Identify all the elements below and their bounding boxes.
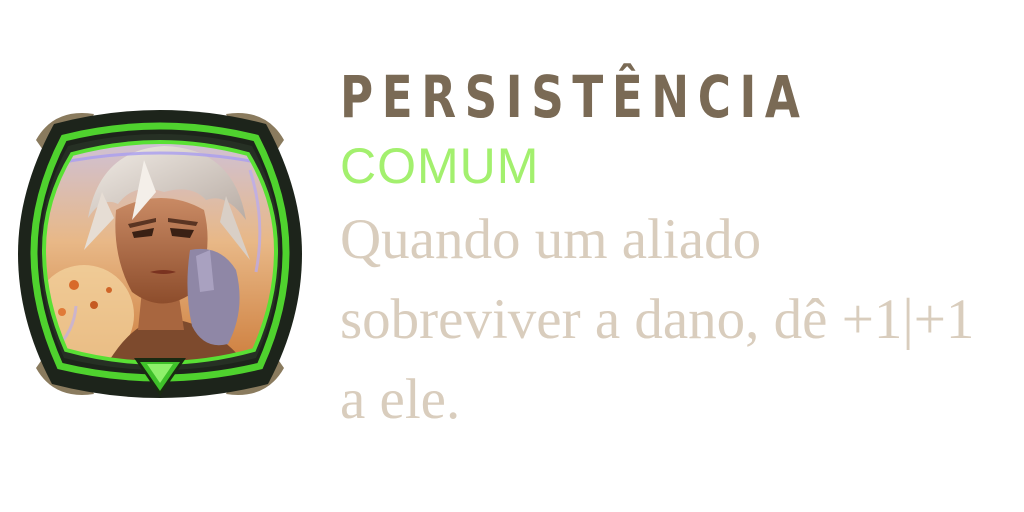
augment-info: PERSISTÊNCIA COMUM Quando um aliado sobr… [340, 62, 1010, 440]
rarity-label: COMUM [340, 138, 540, 194]
augment-card: PERSISTÊNCIA COMUM Quando um aliado sobr… [0, 0, 1024, 512]
augment-emblem [14, 100, 306, 410]
augment-title: PERSISTÊNCIA [340, 63, 809, 131]
augment-description: Quando um aliado sobreviver a dano, dê +… [340, 208, 975, 431]
portrait-frame [18, 110, 302, 398]
